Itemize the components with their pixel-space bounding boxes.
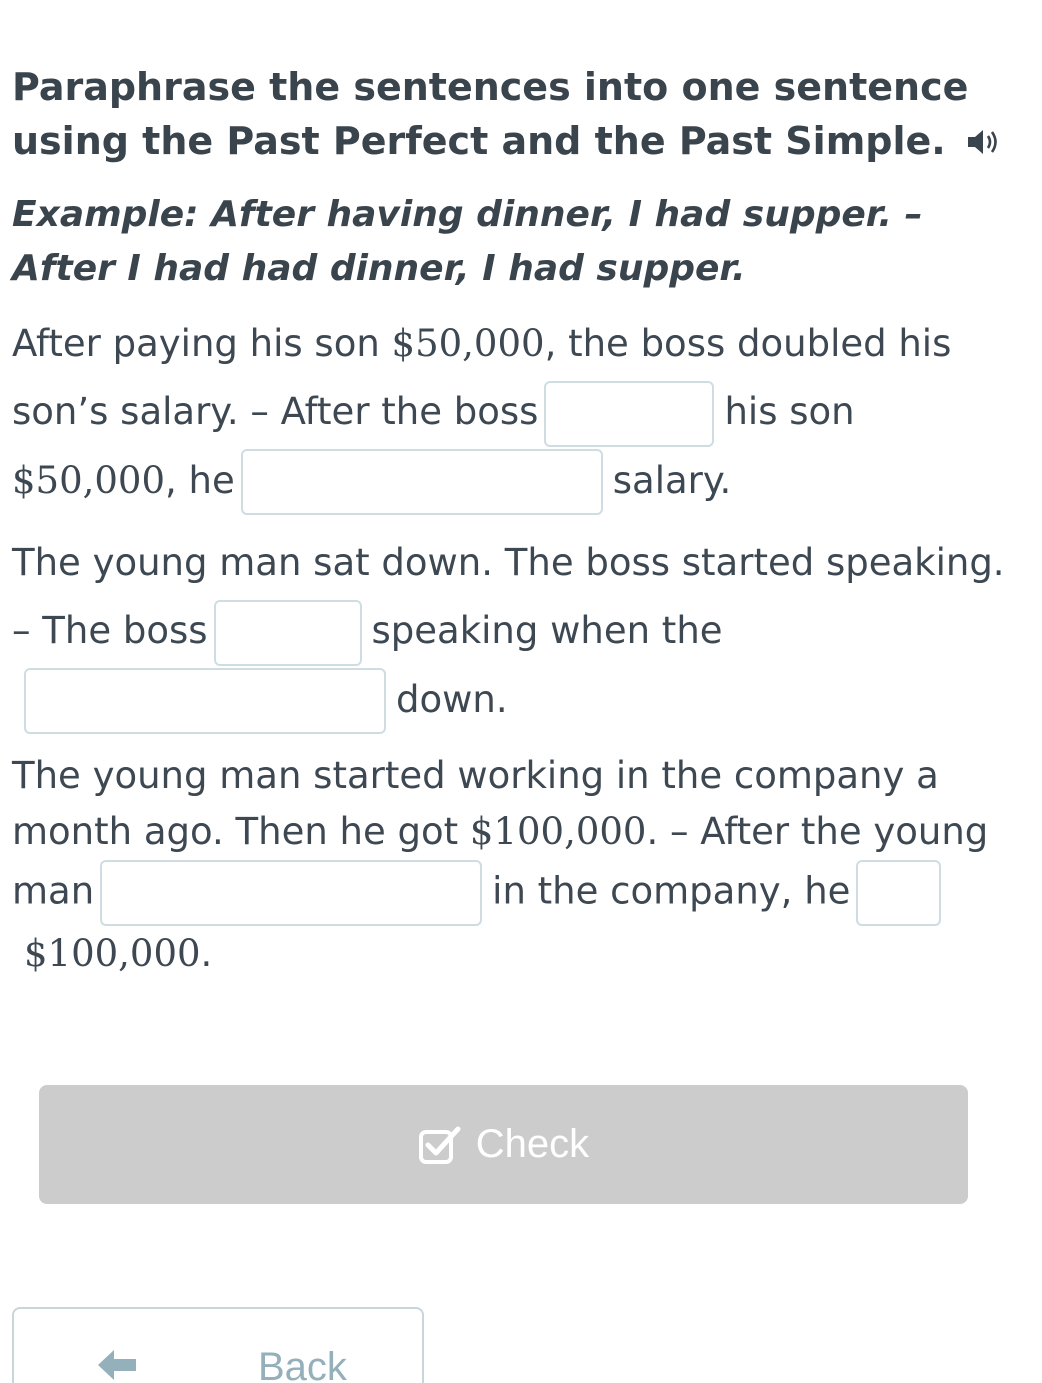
task-1-amount-a: $50,000 <box>391 322 545 365</box>
task-3: The young man started working in the com… <box>12 748 1022 982</box>
task-1-text-e: salary. <box>612 458 732 502</box>
task-3-text-c: in the company, he <box>492 869 851 913</box>
task-3-blank-2[interactable] <box>856 860 942 926</box>
task-3-blank-1[interactable] <box>100 860 483 926</box>
task-1: After paying his son $50,000, the boss d… <box>12 310 1022 515</box>
task-2-text-b: speaking when the <box>371 609 723 652</box>
speaker-icon[interactable] <box>964 118 1004 154</box>
task-2: The young man sat down. The boss started… <box>12 529 1022 734</box>
task-1-text-a: After paying his son <box>12 322 392 365</box>
task-3-text-d: . <box>200 932 213 975</box>
exercise-content: Paraphrase the sentences into one senten… <box>12 60 1022 982</box>
task-3-amount-b: $100,000 <box>24 932 201 975</box>
check-button-label: Check <box>475 1122 590 1166</box>
task-1-blank-1[interactable] <box>544 380 715 447</box>
instruction-title-text: Paraphrase the sentences into one senten… <box>12 65 969 163</box>
task-1-text-c: his son <box>724 390 855 433</box>
task-1-amount-b: $50,000 <box>12 458 166 502</box>
task-1-blank-2[interactable] <box>240 449 603 515</box>
arrow-left-icon <box>98 1350 136 1380</box>
task-2-blank-2[interactable] <box>24 668 386 734</box>
task-3-amount-a: $100,000 <box>469 810 647 853</box>
back-button[interactable]: Back <box>12 1307 424 1383</box>
instruction-title: Paraphrase the sentences into one senten… <box>12 60 1022 168</box>
task-2-text-c: down. <box>396 677 508 721</box>
checkbox-check-icon <box>418 1126 461 1164</box>
task-1-text-d: , he <box>165 458 235 502</box>
check-button[interactable]: Check <box>39 1085 968 1204</box>
back-button-label: Back <box>258 1345 347 1383</box>
task-2-blank-1[interactable] <box>213 599 362 666</box>
example-sentence: Example: After having dinner, I had supp… <box>12 194 923 289</box>
